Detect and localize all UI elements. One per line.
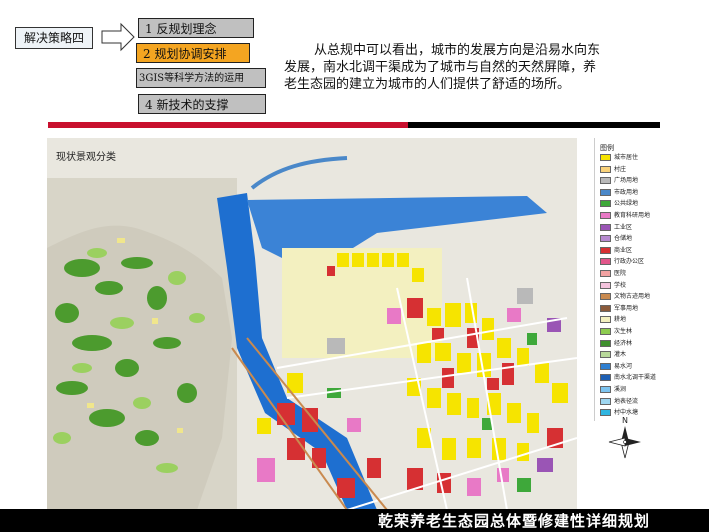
legend-label: 耕地: [614, 316, 627, 324]
legend-label: 商业区: [614, 246, 633, 254]
legend-swatch: [600, 374, 611, 382]
legend-item: 次生林: [600, 327, 632, 337]
legend-item: 地表径流: [600, 397, 638, 407]
legend-label: 南水北调干渠道: [614, 374, 657, 382]
legend-item: 学校: [600, 281, 626, 291]
legend-swatch: [600, 258, 611, 266]
legend-label: 易水河: [614, 362, 633, 370]
legend-item: 医院: [600, 269, 626, 279]
step-new-technology[interactable]: 4 新技术的支撑: [138, 94, 266, 114]
step-anti-planning[interactable]: 1 反规划理念: [138, 18, 254, 38]
legend-swatch: [600, 235, 611, 243]
legend-item: 城市居住: [600, 153, 638, 163]
arrow-right-icon: [101, 22, 135, 52]
legend-swatch: [600, 351, 611, 359]
legend-swatch: [600, 304, 611, 312]
legend-item: 文物古迹用地: [600, 292, 650, 302]
legend-label: 医院: [614, 270, 627, 277]
legend-item: 军事用地: [600, 304, 638, 314]
map-graphic: [47, 156, 577, 510]
legend-item: 仓储地: [600, 234, 632, 244]
legend-item: 溪涧: [600, 385, 626, 395]
legend-label: 教育科研用地: [614, 212, 651, 219]
legend-label: 地表径流: [614, 397, 639, 405]
legend-label: 次生林: [614, 328, 633, 335]
legend-swatch: [600, 177, 611, 185]
description-line-3: 老生态园的建立为城市的人们提供了舒适的场所。: [284, 77, 571, 92]
legend-item: 南水北调干渠道: [600, 373, 656, 383]
legend-label: 学校: [614, 281, 627, 289]
map-title: 现状景观分类: [56, 152, 116, 163]
legend-swatch: [600, 188, 611, 196]
legend-swatch: [600, 281, 611, 289]
legend-label: 村庄: [614, 165, 627, 173]
legend-label: 仓储地: [614, 235, 633, 243]
legend-label: 经济林: [614, 339, 633, 347]
legend-item: 易水河: [600, 362, 632, 372]
description-line-2: 发展，南水北调干渠成为了城市与自然的天然屏障，养: [284, 60, 597, 75]
legend-item: 工业区: [600, 223, 632, 233]
legend-label: 溪涧: [614, 386, 627, 393]
legend-swatch: [600, 223, 611, 231]
legend-item: 灌木: [600, 350, 626, 360]
legend-item: 广场用地: [600, 176, 638, 186]
legend-label: 灌木: [614, 351, 627, 359]
legend-swatch: [600, 293, 611, 301]
legend-swatch: [600, 386, 611, 393]
legend-label: 军事用地: [614, 304, 639, 312]
legend-label: 城市居住: [614, 154, 639, 161]
legend-label: 工业区: [614, 223, 633, 231]
legend-swatch: [600, 362, 611, 370]
step-coordination[interactable]: 2 规划协调安排: [136, 43, 250, 63]
legend-swatch: [600, 165, 611, 173]
description-paragraph: 从总规中可以看出，城市的发展方向是沿易水向东 发展，南水北调干渠成为了城市与自然…: [284, 42, 688, 93]
legend-item: 教育科研用地: [600, 211, 650, 221]
description-line-1: 从总规中可以看出，城市的发展方向是沿易水向东: [314, 43, 601, 58]
legend-swatch: [600, 246, 611, 254]
legend-label: 公共绿地: [614, 200, 639, 208]
legend-item: 公共绿地: [600, 199, 638, 209]
north-arrow-icon: N: [608, 416, 641, 459]
legend-label: 市政用地: [614, 188, 639, 196]
legend-item: 经济林: [600, 339, 632, 349]
legend-item: 市政用地: [600, 188, 638, 198]
legend-swatch: [600, 200, 611, 208]
divider-black: [408, 122, 660, 128]
project-title: 乾荣养老生态园总体暨修建性详细规划: [378, 512, 651, 530]
legend-item: 行政办公区: [600, 257, 644, 267]
legend-swatch: [600, 316, 611, 324]
legend-swatch: [600, 154, 611, 161]
step-gis-methods[interactable]: 3GIS等科学方法的运用: [136, 68, 266, 88]
legend-swatch: [600, 212, 611, 219]
legend-swatch: [600, 270, 611, 277]
strategy-label: 解决策略四: [15, 27, 93, 49]
land-use-map: [47, 138, 577, 510]
legend-item: 村庄: [600, 165, 626, 175]
legend-swatch: [600, 328, 611, 335]
legend-item: 耕地: [600, 315, 626, 325]
legend-label: 广场用地: [614, 177, 639, 185]
legend-item: 商业区: [600, 246, 632, 256]
legend-swatch: [600, 397, 611, 405]
legend-label: 行政办公区: [614, 258, 645, 266]
svg-text:N: N: [622, 416, 628, 425]
legend-swatch: [600, 339, 611, 347]
divider-red: [48, 122, 408, 128]
legend-label: 文物古迹用地: [614, 293, 651, 301]
legend-title: 图例: [600, 144, 614, 152]
